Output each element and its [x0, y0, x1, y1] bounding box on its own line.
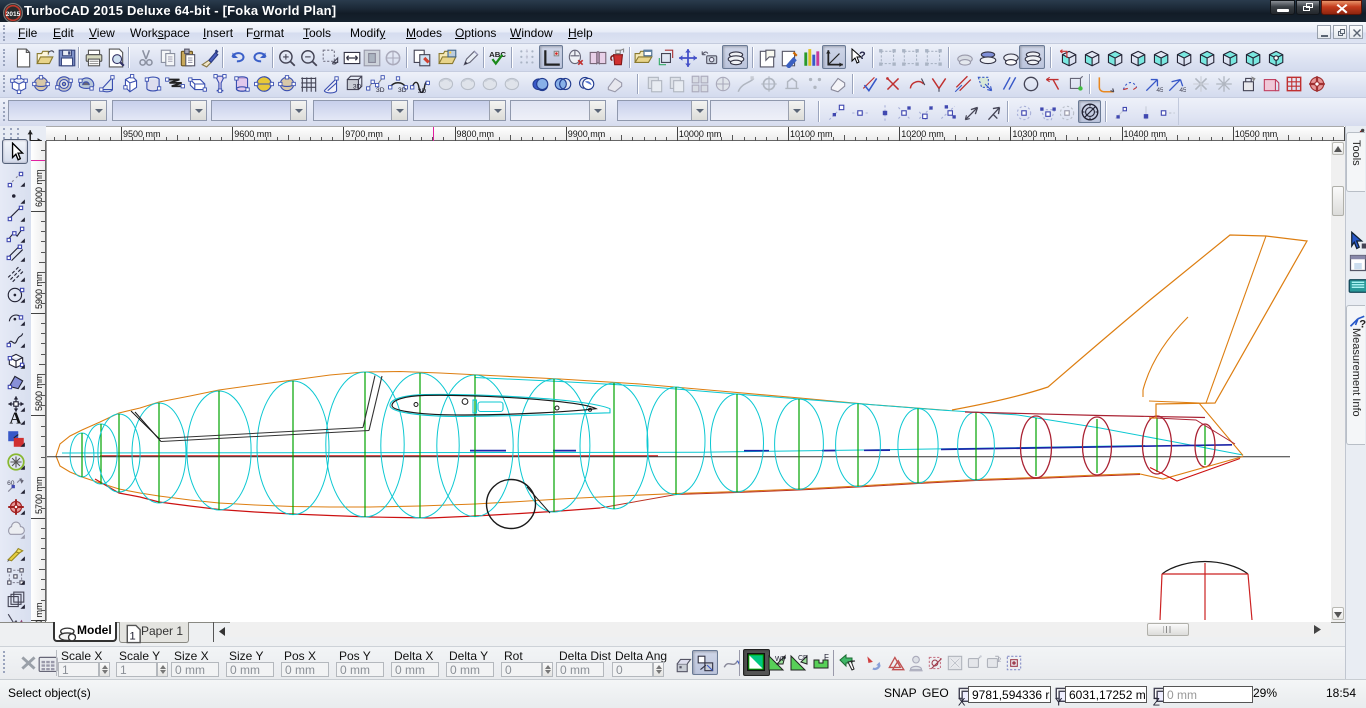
svg-text:45: 45 [1179, 87, 1186, 94]
svg-text:WP: WP [775, 656, 787, 663]
svg-text:Y: Y [1055, 697, 1063, 707]
svg-text:3D: 3D [376, 87, 385, 94]
svg-text:ABC: ABC [489, 50, 506, 59]
svg-text:3D: 3D [352, 83, 361, 90]
svg-text:3D: 3D [398, 87, 407, 94]
svg-text:1: 1 [129, 631, 135, 643]
svg-text:CP: CP [798, 655, 808, 662]
svg-text:F: F [824, 653, 829, 662]
svg-text:X: X [958, 697, 966, 707]
svg-text:A: A [9, 409, 21, 427]
svg-text:60: 60 [7, 480, 15, 487]
svg-text:3D: 3D [418, 88, 427, 94]
svg-text:?: ? [859, 50, 866, 62]
svg-text:Z: Z [1153, 697, 1160, 707]
svg-text:45: 45 [1156, 87, 1163, 94]
svg-text:2015: 2015 [6, 11, 21, 18]
svg-text:2: 2 [997, 657, 1001, 664]
